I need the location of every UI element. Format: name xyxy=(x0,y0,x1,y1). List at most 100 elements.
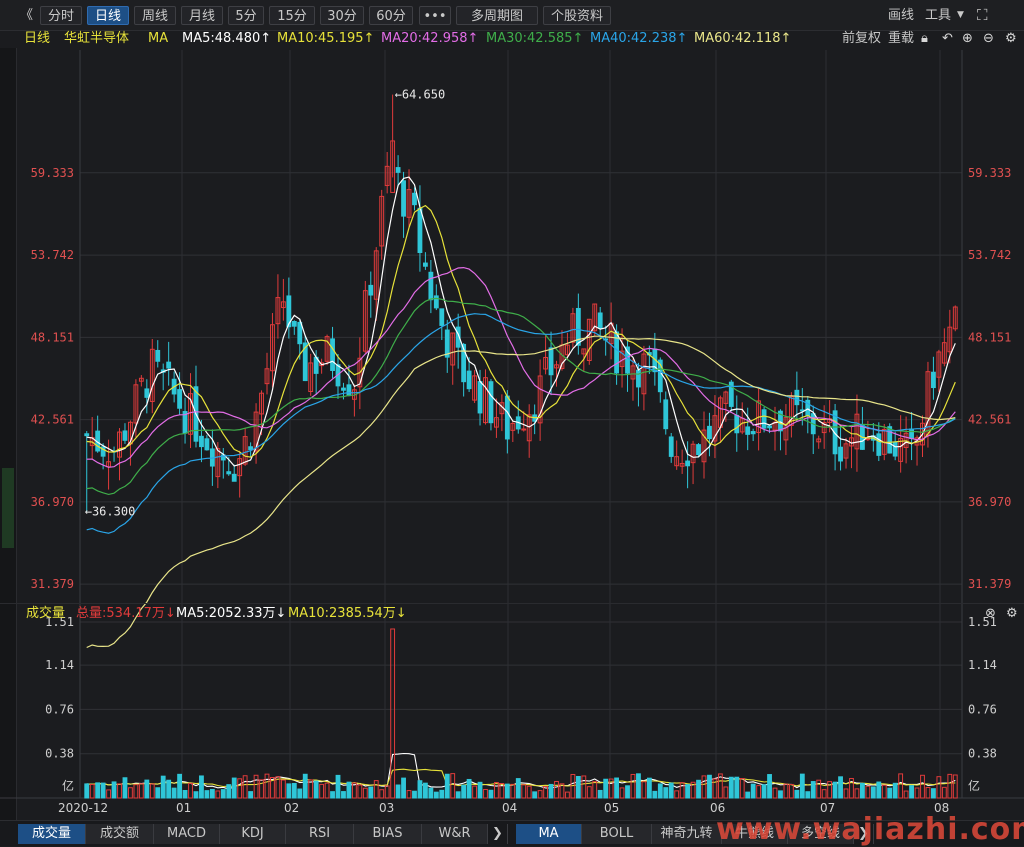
volume-bar xyxy=(504,783,510,799)
chart-axes: 59.333 59.333 53.742 53.742 48.151 48.151 42.5… xyxy=(31,88,1012,815)
volume-bar xyxy=(947,773,953,799)
tab-wr[interactable]: W&R xyxy=(422,824,488,844)
volume-bar xyxy=(488,789,494,799)
candle-body xyxy=(144,388,150,398)
volume-bar xyxy=(428,787,434,799)
volume-bar xyxy=(619,787,625,799)
volume-bar xyxy=(297,788,303,799)
volume-bar xyxy=(455,791,461,799)
volume-bar xyxy=(477,781,483,799)
volume-bar xyxy=(439,789,445,799)
volume-bar xyxy=(155,787,161,799)
volume-bar xyxy=(603,778,609,799)
candle-body xyxy=(428,271,434,301)
volume-bar xyxy=(679,782,685,799)
tab-boll[interactable]: BOLL xyxy=(582,824,652,844)
candle-body xyxy=(876,433,882,456)
volume-bar xyxy=(286,783,292,799)
volume-ma10: MA10:2385.54万↓ xyxy=(288,606,407,621)
volume-bar xyxy=(95,782,101,799)
candle-body xyxy=(166,361,172,369)
volume-bar xyxy=(188,782,193,799)
volume-ma5: MA5:2052.33万↓ xyxy=(176,606,287,621)
volume-bar xyxy=(422,782,428,799)
candle-body xyxy=(231,473,237,482)
tab-macd[interactable]: MACD xyxy=(154,824,220,844)
tabs-scroll-right-icon[interactable]: ❯ xyxy=(488,824,508,844)
candle-body xyxy=(422,262,428,267)
volume-settings-icon[interactable]: ⚙ xyxy=(1006,605,1018,623)
volume-bar xyxy=(952,774,958,799)
volume-bar xyxy=(668,782,674,799)
candle-body xyxy=(477,381,483,414)
volume-bar xyxy=(417,780,423,799)
x-tick-label: 03 xyxy=(379,801,394,815)
volume-bar xyxy=(657,783,663,799)
candle-body xyxy=(696,444,701,456)
price-tick-right: 48.151 xyxy=(968,330,1011,344)
x-tick-label: 01 xyxy=(176,801,191,815)
volume-bar xyxy=(816,779,822,799)
candle-body xyxy=(734,414,740,434)
volume-bar xyxy=(597,789,603,799)
volume-bar xyxy=(575,775,581,799)
candle-body xyxy=(909,428,914,440)
candle-body xyxy=(395,167,401,173)
candle-body xyxy=(346,384,352,397)
tab-ma[interactable]: MA xyxy=(516,824,582,844)
high-price-annotation: ←64.650 xyxy=(395,88,446,102)
stock-chart[interactable]: 59.333 59.333 53.742 53.742 48.151 48.151 42.5… xyxy=(0,0,1024,845)
volume-bar xyxy=(641,781,647,799)
tab-kdj[interactable]: KDJ xyxy=(220,824,286,844)
volume-bar xyxy=(614,777,620,799)
tab-volume[interactable]: 成交量 xyxy=(18,824,86,844)
volume-bar xyxy=(581,775,587,799)
volume-bar xyxy=(111,781,117,799)
candle-body xyxy=(248,446,254,451)
volume-bar xyxy=(100,782,106,799)
candle-body xyxy=(122,430,128,441)
candle-body xyxy=(931,371,936,389)
tab-rsi[interactable]: RSI xyxy=(286,824,354,844)
volume-bar xyxy=(144,779,150,799)
ma60-line xyxy=(86,335,956,649)
volume-close-icon[interactable]: ⊗ xyxy=(985,605,996,623)
volume-bar xyxy=(248,791,254,799)
candle-body xyxy=(341,387,346,391)
volume-bar xyxy=(379,789,385,799)
tab-turnover[interactable]: 成交额 xyxy=(86,824,154,844)
x-tick-label: 04 xyxy=(502,801,517,815)
volume-bar xyxy=(133,784,139,799)
volume-bar xyxy=(788,783,794,799)
volume-bar xyxy=(636,773,641,799)
volume-label: 成交量 xyxy=(26,606,66,621)
price-tick-left: 53.742 xyxy=(31,248,74,262)
volume-bar xyxy=(881,784,887,799)
candle-body xyxy=(668,436,674,457)
volume-bar xyxy=(433,791,439,799)
volume-bar xyxy=(756,785,762,799)
volume-bar xyxy=(750,783,756,799)
candle-body xyxy=(368,284,374,296)
volume-tick-left: 亿 xyxy=(62,778,74,793)
tab-bias[interactable]: BIAS xyxy=(354,824,422,844)
volume-bar xyxy=(674,790,680,799)
volume-bar xyxy=(783,783,789,799)
volume-bar xyxy=(313,780,319,799)
volume-bar xyxy=(204,790,210,799)
volume-bar xyxy=(592,781,598,799)
candle-body xyxy=(291,321,297,327)
tab-td-nine[interactable]: 神奇九转 xyxy=(652,824,722,844)
volume-bar xyxy=(925,787,931,799)
volume-bar xyxy=(193,791,199,799)
volume-bar xyxy=(226,784,232,799)
volume-bar xyxy=(707,774,712,799)
volume-bar xyxy=(843,788,849,799)
volume-bar xyxy=(941,786,947,799)
volume-bar xyxy=(739,778,745,799)
volume-bar xyxy=(171,787,177,799)
volume-bar xyxy=(548,783,554,799)
volume-bar xyxy=(149,783,155,799)
candle-body xyxy=(548,347,554,376)
volume-bar xyxy=(696,779,701,799)
